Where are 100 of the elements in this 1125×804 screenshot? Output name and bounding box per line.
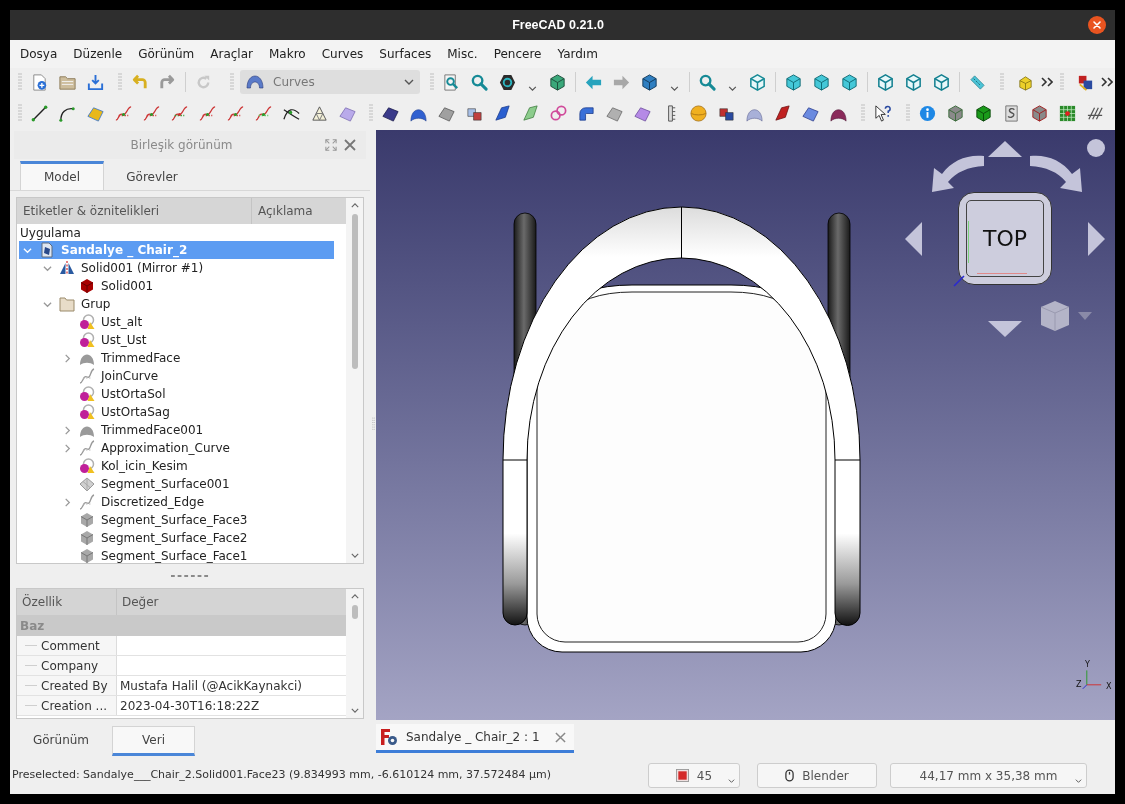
zoom-icon[interactable]: [697, 72, 717, 92]
menu-item[interactable]: Misc.: [439, 45, 486, 63]
chevron-down-icon[interactable]: [22, 245, 32, 255]
cube-icon[interactable]: [783, 72, 803, 92]
sphere-icon[interactable]: [688, 103, 708, 123]
navigation-style-button[interactable]: Blender: [757, 763, 877, 788]
curve-icon[interactable]: [225, 103, 245, 123]
panel-tab[interactable]: Görünüm: [10, 726, 112, 756]
chevron-right-icon[interactable]: [62, 425, 72, 435]
scrollbar-thumb[interactable]: [351, 605, 358, 619]
column-header[interactable]: Değer: [117, 589, 346, 615]
grid-icon[interactable]: [1057, 103, 1077, 123]
chevron-right-icon[interactable]: [62, 497, 72, 507]
3d-viewport[interactable]: TOP Y Z X: [376, 130, 1115, 720]
chevron-down-icon[interactable]: [42, 263, 52, 273]
down-arrow-icon[interactable]: [988, 321, 1022, 337]
tree-item[interactable]: Solid001 (Mirror #1): [19, 259, 334, 277]
property-value[interactable]: 2023-04-30T16:18:22Z: [120, 696, 260, 715]
panel-tab[interactable]: Veri: [112, 726, 195, 756]
tree-item[interactable]: Approximation_Curve: [19, 439, 334, 457]
ruler-icon[interactable]: [967, 72, 987, 92]
tree-item[interactable]: Ust_alt: [19, 313, 334, 331]
chevron-down-icon[interactable]: [42, 299, 52, 309]
left-arrow-icon[interactable]: [905, 222, 922, 256]
curve-icon[interactable]: [253, 103, 273, 123]
line-icon[interactable]: [29, 103, 49, 123]
menu-item[interactable]: Makro: [260, 45, 314, 63]
scroll-down-icon[interactable]: [350, 553, 359, 558]
caret-icon[interactable]: [728, 779, 735, 783]
menu-item[interactable]: Düzenle: [65, 45, 131, 63]
caret-icon[interactable]: [527, 86, 537, 91]
menu-item[interactable]: Yardım: [549, 45, 606, 63]
zoom-page-icon[interactable]: [441, 72, 461, 92]
hexagon-icon[interactable]: [497, 72, 517, 92]
curve-icon[interactable]: [169, 103, 189, 123]
cube-icon[interactable]: [945, 103, 965, 123]
cube-icon[interactable]: [839, 72, 859, 92]
tree-item[interactable]: Solid001: [19, 277, 334, 295]
caret-icon[interactable]: [1075, 779, 1082, 783]
scroll-up-icon[interactable]: [350, 203, 359, 208]
tree-item[interactable]: Segment_Surface_Face1: [19, 547, 334, 563]
tree-item[interactable]: Grup: [19, 295, 334, 313]
wireframe-cube-icon[interactable]: [875, 72, 895, 92]
curve-icon[interactable]: [141, 103, 161, 123]
curve-icon[interactable]: [197, 103, 217, 123]
menu-item[interactable]: Surfaces: [371, 45, 440, 63]
blade-icon[interactable]: [520, 103, 540, 123]
tree-item[interactable]: Segment_Surface001: [19, 475, 334, 493]
cursor-question-icon[interactable]: [872, 103, 892, 123]
close-icon[interactable]: [1088, 16, 1106, 34]
tree-item[interactable]: Segment_Surface_Face3: [19, 511, 334, 529]
scroll-down-icon[interactable]: [350, 708, 359, 713]
menu-item[interactable]: Araçlar: [202, 45, 261, 63]
column-header[interactable]: Etiketler & öznitelikleri: [17, 198, 252, 224]
wireframe-cube-icon[interactable]: [931, 72, 951, 92]
tree-item[interactable]: UstOrtaSol: [19, 385, 334, 403]
document-tab[interactable]: Sandalye _ Chair_2 : 1: [376, 724, 574, 753]
info-icon[interactable]: [917, 103, 937, 123]
panel-tab[interactable]: Görevler: [104, 161, 200, 190]
scrollbar-thumb[interactable]: [351, 214, 358, 369]
cube-icon[interactable]: [973, 103, 993, 123]
tree-item[interactable]: JoinCurve: [19, 367, 334, 385]
scroll-up-icon[interactable]: [350, 594, 359, 599]
tree-item[interactable]: UstOrtaSag: [19, 403, 334, 421]
wireframe-cube-icon[interactable]: [747, 72, 767, 92]
caret-icon[interactable]: [404, 79, 414, 85]
right-arrow-icon[interactable]: [1088, 222, 1105, 256]
menu-item[interactable]: Dosya: [12, 45, 66, 63]
menu-item[interactable]: Görünüm: [130, 45, 203, 63]
dimension-button[interactable]: 44,17 mm x 35,38 mm: [890, 763, 1087, 788]
cube-icon[interactable]: [547, 72, 567, 92]
menu-item[interactable]: Curves: [313, 45, 372, 63]
draw-style-button[interactable]: 45: [648, 763, 740, 788]
expand-icon[interactable]: [325, 139, 337, 151]
caret-icon[interactable]: [727, 86, 737, 91]
curve-icon[interactable]: [113, 103, 133, 123]
circle-icon[interactable]: [1087, 139, 1105, 157]
panel-tab[interactable]: Model: [20, 161, 104, 190]
blade-icon[interactable]: [492, 103, 512, 123]
column-header[interactable]: Açıklama: [252, 198, 346, 224]
chevron-right-icon[interactable]: [62, 353, 72, 363]
rings-icon[interactable]: [548, 103, 568, 123]
triangle-mesh-icon[interactable]: [309, 103, 329, 123]
wireframe-cube-icon[interactable]: [903, 72, 923, 92]
cube-icon[interactable]: [1029, 103, 1049, 123]
cube-icon[interactable]: [639, 72, 659, 92]
double-chevron-icon[interactable]: [1101, 77, 1113, 87]
tree-item[interactable]: Ust_Ust: [19, 331, 334, 349]
tree-item[interactable]: TrimmedFace001: [19, 421, 334, 439]
caret-icon[interactable]: [669, 86, 679, 91]
tree-item[interactable]: Segment_Surface_Face2: [19, 529, 334, 547]
chevron-right-icon[interactable]: [62, 443, 72, 453]
tray-arrow-icon[interactable]: [85, 72, 105, 92]
up-arrow-icon[interactable]: [988, 141, 1022, 157]
tree-item[interactable]: TrimmedFace: [19, 349, 334, 367]
double-chevron-icon[interactable]: [1041, 77, 1053, 87]
navigation-cube[interactable]: TOP: [958, 192, 1052, 285]
blade-icon[interactable]: [772, 103, 792, 123]
property-value[interactable]: Mustafa Halil (@AcikKaynakci): [120, 676, 303, 695]
cube-icon[interactable]: [811, 72, 831, 92]
